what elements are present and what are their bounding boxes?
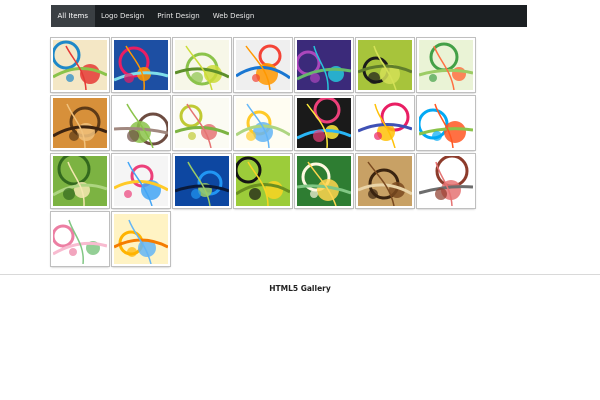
thumb-purple-waves[interactable] <box>295 38 353 92</box>
thumb-paisley[interactable] <box>356 96 414 150</box>
thumb-pink-flower[interactable] <box>51 212 109 266</box>
tab-all-items[interactable]: All Items <box>51 5 95 27</box>
thumb-brown-swirl[interactable] <box>112 96 170 150</box>
thumb-grunge-brown[interactable] <box>356 154 414 208</box>
thumb-city-skyline[interactable] <box>234 154 292 208</box>
thumb-green-swirl[interactable] <box>417 38 475 92</box>
tab-print-design[interactable]: Print Design <box>151 5 207 27</box>
thumb-ornament[interactable] <box>417 154 475 208</box>
thumb-rainbow-arc[interactable] <box>234 38 292 92</box>
footer-divider <box>0 274 600 275</box>
thumb-yellow-flower[interactable] <box>173 96 231 150</box>
tab-web-design[interactable]: Web Design <box>206 5 261 27</box>
tab-logo-design[interactable]: Logo Design <box>95 5 151 27</box>
thumb-butterfly[interactable] <box>234 96 292 150</box>
thumb-blue-orbs[interactable] <box>112 38 170 92</box>
footer-title: HTML5 Gallery <box>269 284 331 293</box>
thumb-circle-pattern[interactable] <box>112 154 170 208</box>
filter-nav: All Items Logo Design Print Design Web D… <box>51 5 527 27</box>
thumb-color-drops[interactable] <box>417 96 475 150</box>
thumb-colorful-flower[interactable] <box>295 96 353 150</box>
thumb-green-floral[interactable] <box>173 38 231 92</box>
thumb-white-lily[interactable] <box>295 154 353 208</box>
thumb-green-silhouette[interactable] <box>356 38 414 92</box>
thumb-blue-rings[interactable] <box>173 154 231 208</box>
thumb-circles-swirl[interactable] <box>51 38 109 92</box>
thumb-green-vines[interactable] <box>51 154 109 208</box>
thumb-yellow-lily[interactable] <box>112 212 170 266</box>
thumb-brown-tree[interactable] <box>51 96 109 150</box>
